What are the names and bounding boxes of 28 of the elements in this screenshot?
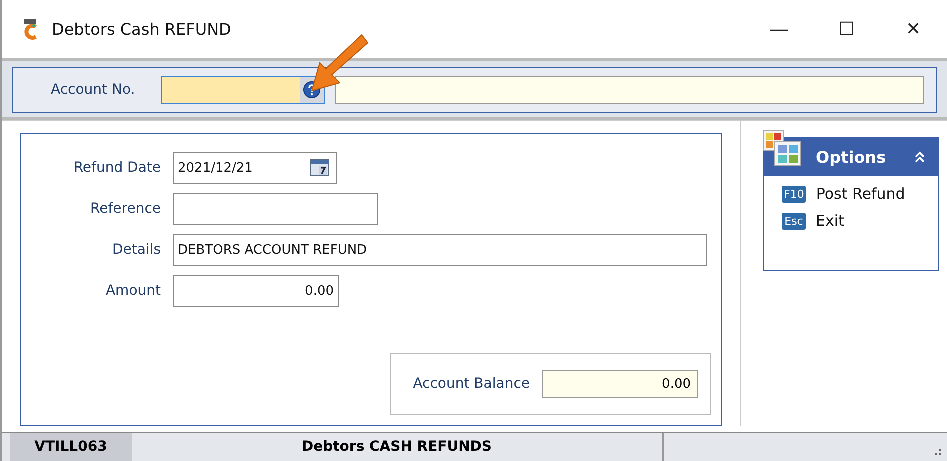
- calendar-icon[interactable]: [310, 159, 330, 177]
- app-logo-icon: [22, 18, 40, 40]
- date-field[interactable]: 2021/12/21: [173, 152, 337, 184]
- field-label: Account No.: [51, 82, 136, 98]
- collapse-icon[interactable]: [914, 151, 926, 163]
- option-link[interactable]: Post Refund: [816, 185, 906, 203]
- balance-field: 0.00: [542, 370, 698, 398]
- text-field[interactable]: DEBTORS ACCOUNT REFUND: [173, 234, 707, 266]
- status-code: VTILL063: [10, 433, 132, 461]
- field-label: Amount: [106, 283, 161, 299]
- close-button[interactable]: ✕: [880, 9, 947, 49]
- panel-title: Options: [816, 148, 886, 166]
- account-field[interactable]: [161, 76, 325, 104]
- option-link[interactable]: Exit: [816, 212, 844, 230]
- status-title: Debtors CASH REFUNDS: [132, 433, 664, 461]
- key-badge: F10: [782, 186, 806, 202]
- text-field[interactable]: [173, 193, 378, 225]
- field-label: Refund Date: [74, 160, 161, 176]
- account-name-field[interactable]: [335, 76, 924, 104]
- field-label: Details: [112, 242, 161, 258]
- key-badge: Esc: [782, 212, 806, 230]
- field-label: Account Balance: [413, 376, 530, 392]
- window-title: Debtors Cash REFUND: [52, 20, 232, 38]
- maximize-button[interactable]: ☐: [813, 9, 880, 49]
- field-label: Reference: [90, 201, 161, 217]
- minimize-button[interactable]: —: [746, 9, 813, 49]
- resize-grip-icon[interactable]: [935, 449, 941, 455]
- amount-field[interactable]: 0.00: [173, 275, 339, 307]
